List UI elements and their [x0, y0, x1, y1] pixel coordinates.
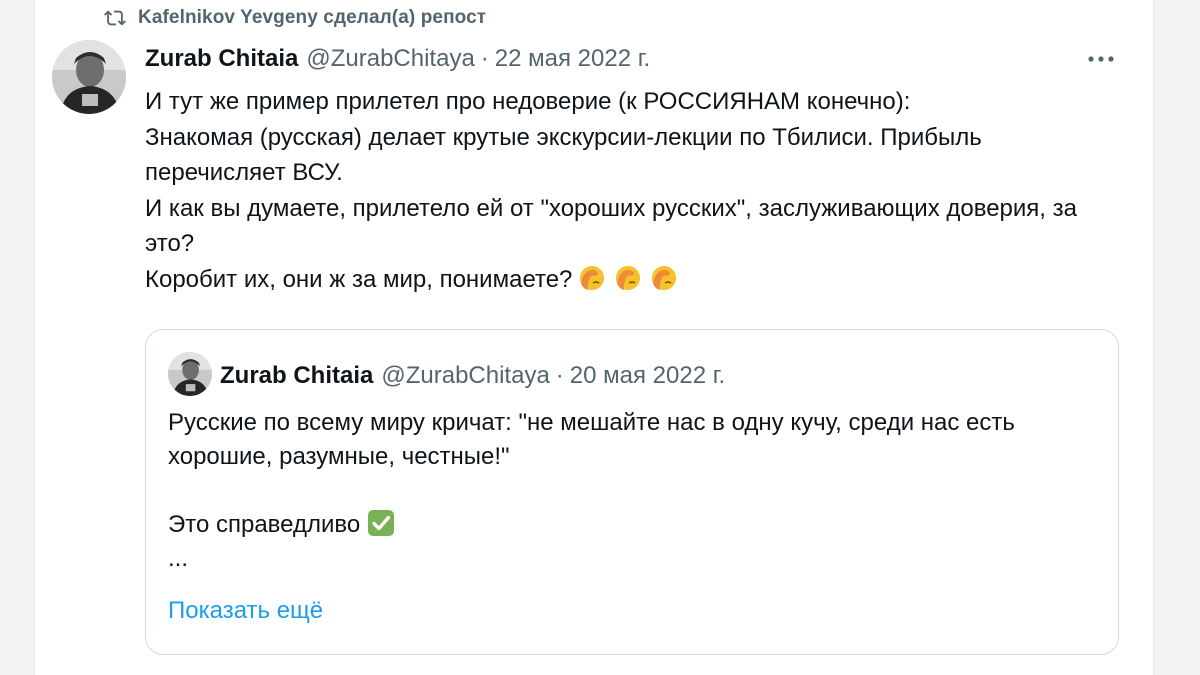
avatar[interactable] — [52, 40, 126, 114]
quoted-tweet-header: Zurab Chitaia @ZurabChitaya · 20 мая 202… — [220, 358, 725, 394]
quoted-line: Это справедливо — [168, 511, 361, 538]
tweet-text: И тут же пример прилетел про недоверие (… — [145, 84, 1105, 297]
facepalm-emoji — [614, 263, 642, 291]
author-name[interactable]: Zurab Chitaia — [145, 45, 298, 73]
page-left-gutter — [0, 0, 34, 675]
quoted-ellipsis: ... — [168, 545, 189, 572]
quoted-line-2: Это справедливо — [168, 508, 1098, 542]
repost-icon — [104, 7, 126, 29]
timeline-border-left — [34, 0, 35, 675]
header-separator: · — [480, 45, 489, 72]
quoted-author-handle[interactable]: @ZurabChitaya — [381, 362, 549, 390]
emoji-group — [578, 263, 678, 291]
quoted-tweet-text: Русские по всему миру кричат: "не мешайт… — [168, 406, 1098, 576]
more-options-button[interactable] — [1084, 46, 1118, 72]
quoted-avatar[interactable] — [168, 352, 212, 396]
facepalm-emoji — [578, 263, 606, 291]
tweet-line: И как вы думаете, прилетело ей от "хорош… — [145, 194, 1077, 258]
repost-label: Kafelnikov Yevgeny сделал(а) репост — [138, 7, 487, 28]
tweet-line: И тут же пример прилетел про недоверие (… — [145, 88, 911, 115]
quoted-blank-line — [168, 474, 1098, 508]
repost-indicator[interactable]: Kafelnikov Yevgeny сделал(а) репост — [104, 6, 486, 30]
quoted-header-separator: · — [555, 362, 564, 389]
show-more-link[interactable]: Показать ещё — [168, 597, 323, 625]
check-mark-emoji — [366, 508, 396, 538]
more-options-icon — [1087, 50, 1115, 68]
quoted-tweet-date[interactable]: 20 мая 2022 г. — [570, 362, 725, 390]
tweet-date[interactable]: 22 мая 2022 г. — [495, 45, 650, 73]
quoted-line: Русские по всему миру кричат: "не мешайт… — [168, 409, 1015, 470]
quoted-author-name[interactable]: Zurab Chitaia — [220, 362, 373, 390]
tweet-line-last: Коробит их, они ж за мир, понимаете? — [145, 262, 1105, 298]
tweet-line: Коробит их, они ж за мир, понимаете? — [145, 265, 573, 293]
tweet-header: Zurab Chitaia @ZurabChitaya · 22 мая 202… — [145, 40, 650, 78]
tweet-line: Знакомая (русская) делает крутые экскурс… — [145, 123, 982, 187]
facepalm-emoji — [650, 263, 678, 291]
timeline-border-right — [1153, 0, 1154, 675]
page-right-gutter — [1154, 0, 1200, 675]
author-handle[interactable]: @ZurabChitaya — [306, 45, 474, 73]
